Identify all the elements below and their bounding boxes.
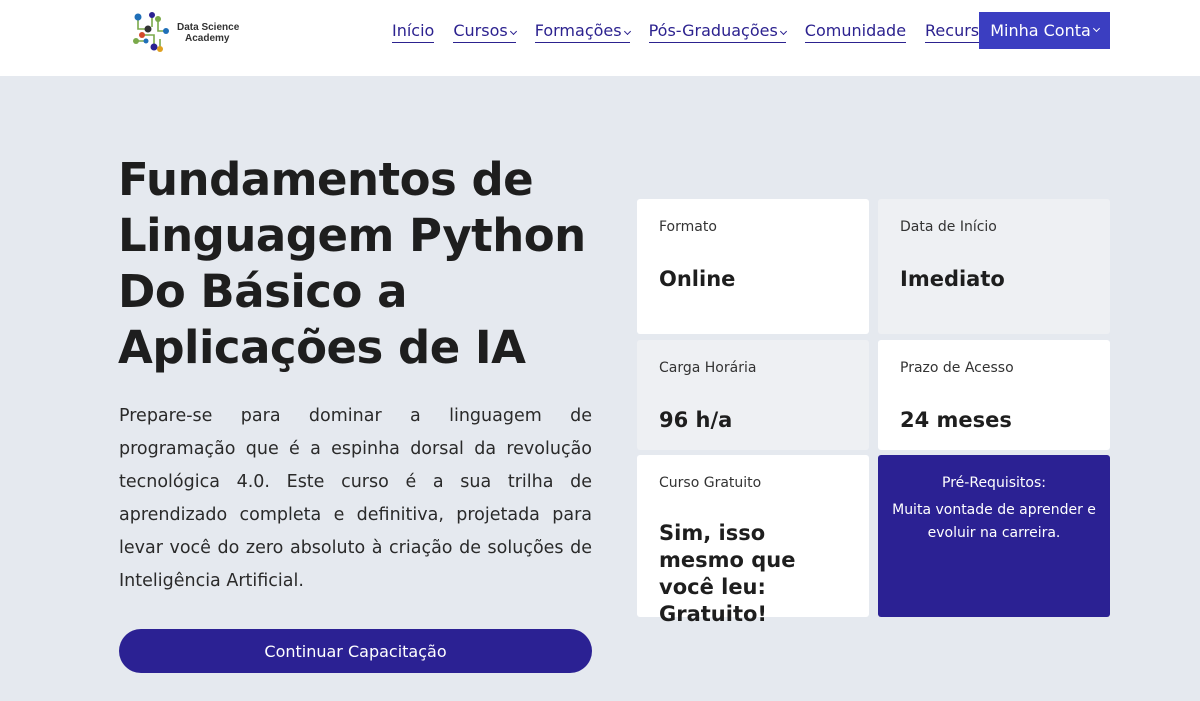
my-account-button[interactable]: Minha Conta <box>979 12 1110 49</box>
prerequisites-card: Pré-Requisitos: Muita vontade de aprende… <box>878 455 1110 617</box>
free-course-value: Sim, isso mesmo que você leu: Gratuito! <box>659 521 796 626</box>
start-date-card: Data de Início Imediato <box>878 199 1110 334</box>
nav-item-label: Comunidade <box>804 21 907 40</box>
free-course-card: Curso Gratuito Sim, isso mesmo que você … <box>637 455 869 626</box>
prerequisites-title: Pré-Requisitos: <box>942 475 1046 491</box>
nav-item-cursos[interactable]: Cursos <box>453 21 517 43</box>
nav-item-inicio[interactable]: Início <box>392 21 435 43</box>
continue-training-label: Continuar Capacitação <box>264 641 447 661</box>
nav-item-label: Pós-Graduações <box>648 21 778 40</box>
logo-text: Data Science Academy <box>177 22 239 44</box>
format-value: Online <box>659 267 736 291</box>
logo-icon <box>133 12 169 52</box>
chevron-down-icon <box>1092 24 1100 33</box>
course-title-line: Aplicações de IA <box>118 321 526 374</box>
logo[interactable]: Data Science Academy <box>128 9 248 55</box>
chevron-down-icon <box>509 27 517 36</box>
free-course-label: Curso Gratuito <box>659 475 762 491</box>
nav-item-pos-graduacoes[interactable]: Pós-Graduações <box>648 21 787 43</box>
access-period-label: Prazo de Acesso <box>900 360 1014 376</box>
nav-item-label: Início <box>392 21 435 40</box>
logo-line-2: Academy <box>185 33 230 44</box>
start-date-label: Data de Início <box>900 219 997 235</box>
main-nav: Início Cursos Formações Pós-Graduações C… <box>392 20 1024 44</box>
course-title-line: Linguagem Python <box>118 209 586 262</box>
nav-item-comunidade[interactable]: Comunidade <box>804 21 907 43</box>
nav-item-label: Formações <box>534 21 622 40</box>
start-date-value: Imediato <box>900 267 1005 291</box>
course-description: Prepare-se para dominar a linguagem de p… <box>119 406 592 591</box>
access-period-value: 24 meses <box>900 408 1012 432</box>
chevron-down-icon <box>779 27 787 36</box>
chevron-down-icon <box>623 27 631 36</box>
workload-label: Carga Horária <box>659 360 757 376</box>
nav-item-label: Cursos <box>453 21 508 40</box>
continue-training-button[interactable]: Continuar Capacitação <box>119 629 592 673</box>
access-period-card: Prazo de Acesso 24 meses <box>878 340 1110 450</box>
site-header: Data Science Academy Início Cursos Forma… <box>0 0 1200 76</box>
format-label: Formato <box>659 219 717 235</box>
course-title-line: Fundamentos de <box>118 153 534 206</box>
format-card: Formato Online <box>637 199 869 334</box>
nav-item-formacoes[interactable]: Formações <box>534 21 631 43</box>
workload-value: 96 h/a <box>659 408 733 432</box>
logo-line-1: Data Science <box>177 22 240 33</box>
workload-card: Carga Horária 96 h/a <box>637 340 869 450</box>
my-account-label: Minha Conta <box>990 21 1091 40</box>
course-title-line: Do Básico a <box>118 265 407 318</box>
course-title: Fundamentos de Linguagem Python Do Básic… <box>118 152 598 376</box>
prerequisites-text: Muita vontade de aprender e evoluir na c… <box>892 502 1096 541</box>
